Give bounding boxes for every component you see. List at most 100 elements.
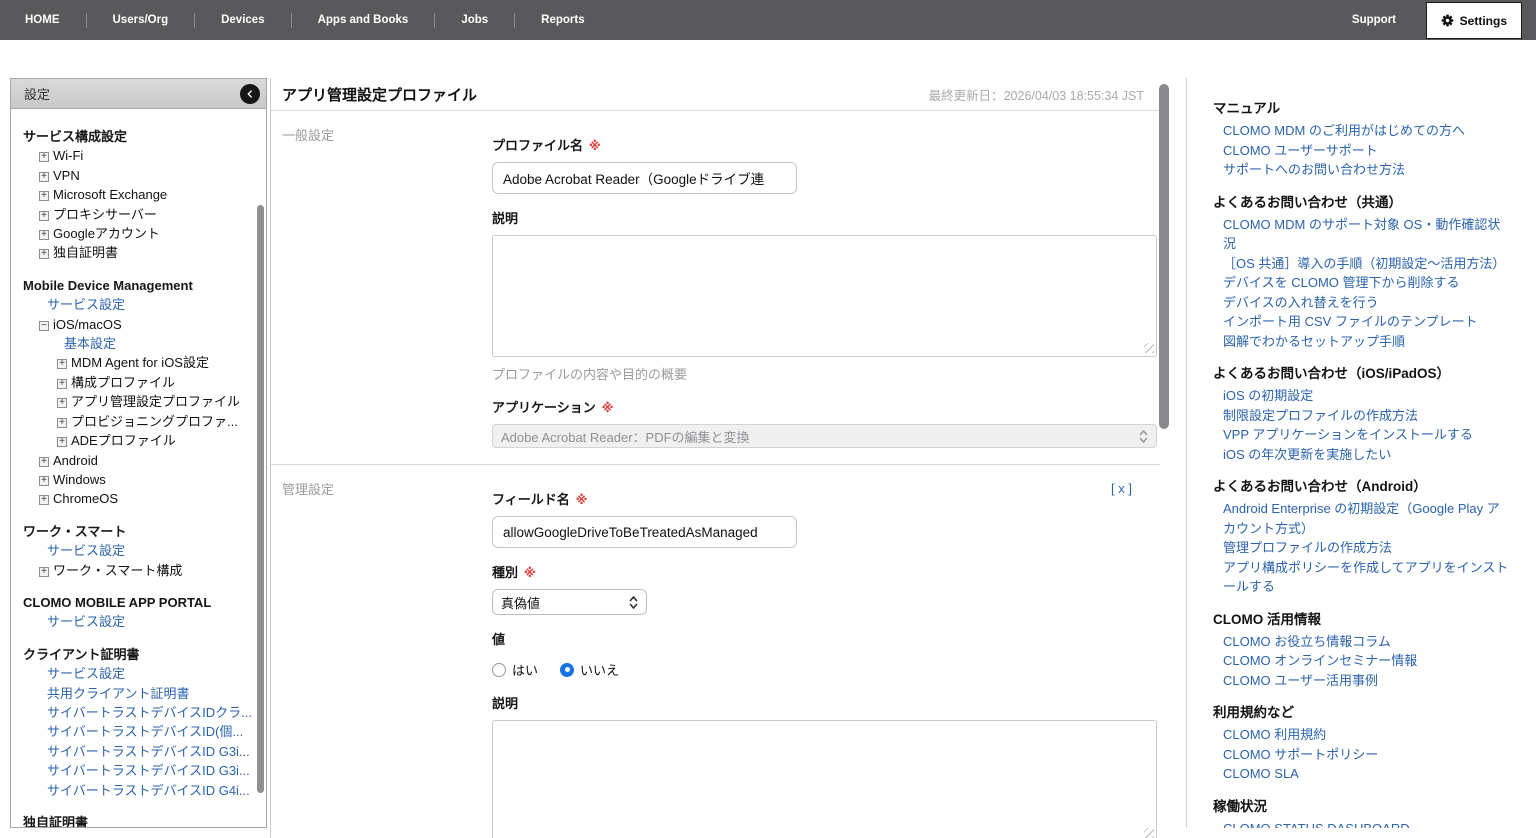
help-link[interactable]: アプリ構成ポリシーを作成してアプリをインストールする xyxy=(1213,558,1509,597)
tree-item-label[interactable]: MDM Agent for iOS設定 xyxy=(71,355,209,370)
tree-item-vpn[interactable]: + VPN xyxy=(11,166,254,185)
nav-tab-home[interactable]: HOME xyxy=(25,14,60,26)
help-link[interactable]: インポート用 CSV ファイルのテンプレート xyxy=(1213,312,1509,332)
tree-item-service-settings[interactable]: サービス設定 xyxy=(11,612,254,631)
collapse-icon[interactable]: − xyxy=(39,321,49,331)
help-link[interactable]: CLOMO ユーザーサポート xyxy=(1213,141,1509,161)
tree-item-cybertrust-device-id-3[interactable]: サイバートラストデバイスID G3i... xyxy=(11,742,254,761)
help-link[interactable]: 管理プロファイルの作成方法 xyxy=(1213,538,1509,558)
tree-link-label[interactable]: サービス設定 xyxy=(47,543,125,558)
tree-item-cybertrust-device-id-5[interactable]: サイバートラストデバイスID G4i... xyxy=(11,781,254,800)
tree-item-label[interactable]: アプリ管理設定プロファイル xyxy=(71,394,240,409)
expand-icon[interactable]: + xyxy=(57,398,67,408)
tree-item-label[interactable]: Android xyxy=(53,453,98,468)
tree-item-label[interactable]: 構成プロファイル xyxy=(71,375,175,390)
help-link[interactable]: iOS の初期設定 xyxy=(1213,386,1509,406)
help-link[interactable]: CLOMO SLA xyxy=(1213,764,1509,784)
nav-tab-devices[interactable]: Devices xyxy=(221,14,264,26)
expand-icon[interactable]: + xyxy=(57,437,67,447)
help-link[interactable]: CLOMO 利用規約 xyxy=(1213,725,1509,745)
tree-item-chromeos[interactable]: + ChromeOS xyxy=(11,489,254,508)
description-textarea[interactable] xyxy=(492,235,1157,357)
tree-item-label[interactable]: Googleアカウント xyxy=(53,226,160,241)
expand-icon[interactable]: + xyxy=(39,495,49,505)
expand-icon[interactable]: + xyxy=(39,230,49,240)
tree-item-proxy[interactable]: +プロキシサーバー xyxy=(11,205,254,224)
tree-link-label[interactable]: サイバートラストデバイスID G3i... xyxy=(47,763,250,778)
help-link[interactable]: CLOMO MDM のサポート対象 OS・動作確認状況 xyxy=(1213,215,1509,254)
help-link[interactable]: CLOMO MDM のご利用がはじめての方へ xyxy=(1213,121,1509,141)
nav-tab-jobs[interactable]: Jobs xyxy=(461,14,488,26)
resize-handle-icon[interactable] xyxy=(1144,343,1154,353)
tree-item-cybertrust-device-id-1[interactable]: サイバートラストデバイスIDクラ... xyxy=(11,703,254,722)
field-name-input[interactable] xyxy=(492,516,797,548)
radio-checked-icon[interactable] xyxy=(560,663,574,677)
tree-item-label[interactable]: Windows xyxy=(53,472,106,487)
expand-icon[interactable]: + xyxy=(39,567,49,577)
help-link[interactable]: 制限設定プロファイルの作成方法 xyxy=(1213,406,1509,426)
tree-link-label[interactable]: サイバートラストデバイスID G3i... xyxy=(47,744,250,759)
tree-link-label[interactable]: サイバートラストデバイスID G4i... xyxy=(47,783,250,798)
resize-handle-icon[interactable] xyxy=(1144,828,1154,838)
tree-item-wifi[interactable]: +Wi-Fi xyxy=(11,146,254,165)
field-description-textarea[interactable] xyxy=(492,720,1157,838)
radio-unchecked-icon[interactable] xyxy=(492,663,506,677)
tree-link-label[interactable]: サイバートラストデバイスID(個... xyxy=(47,724,243,739)
help-link[interactable]: デバイスの入れ替えを行う xyxy=(1213,293,1509,313)
tree-item-app-mgmt-profile[interactable]: + アプリ管理設定プロファイル xyxy=(11,392,254,411)
expand-icon[interactable]: + xyxy=(39,152,49,162)
tree-item-custom-cert[interactable]: + 独自証明書 xyxy=(11,243,254,262)
expand-icon[interactable]: + xyxy=(57,418,67,428)
tree-item-windows[interactable]: + Windows xyxy=(11,470,254,489)
tree-item-cybertrust-device-id-4[interactable]: サイバートラストデバイスID G3i... xyxy=(11,761,254,780)
tree-item-label[interactable]: VPN xyxy=(53,168,80,183)
tree-item-mdm-agent-ios[interactable]: + MDM Agent for iOS設定 xyxy=(11,353,254,372)
profile-name-input[interactable] xyxy=(492,162,797,194)
expand-icon[interactable]: + xyxy=(39,476,49,486)
help-link[interactable]: Android Enterprise の初期設定（Google Play アカウ… xyxy=(1213,499,1509,538)
tree-link-label[interactable]: 基本設定 xyxy=(64,336,116,351)
help-link[interactable]: ［OS 共通］導入の手順（初期設定〜活用方法） xyxy=(1213,254,1509,274)
tree-item-google-account[interactable]: + Googleアカウント xyxy=(11,224,254,243)
help-link[interactable]: サポートへのお問い合わせ方法 xyxy=(1213,160,1509,180)
help-link[interactable]: CLOMO お役立ち情報コラム xyxy=(1213,632,1509,652)
collapse-sidebar-button[interactable] xyxy=(240,84,260,104)
tree-item-config-profile[interactable]: +構成プロファイル xyxy=(11,373,254,392)
tree-item-label[interactable]: ChromeOS xyxy=(53,491,118,506)
tree-item-label[interactable]: 独自証明書 xyxy=(53,245,118,260)
tree-link-label[interactable]: 共用クライアント証明書 xyxy=(47,686,189,701)
remove-field-button[interactable]: [ x ] xyxy=(1111,481,1132,496)
expand-icon[interactable]: + xyxy=(39,191,49,201)
tree-item-service-settings[interactable]: サービス設定 xyxy=(11,664,254,683)
tree-item-shared-client-cert[interactable]: 共用クライアント証明書 xyxy=(11,684,254,703)
tree-link-label[interactable]: サービス設定 xyxy=(47,614,125,629)
tree-link-label[interactable]: サイバートラストデバイスIDクラ... xyxy=(47,705,252,720)
tree-item-label[interactable]: プロビジョニングプロファ... xyxy=(71,414,238,429)
tree-item-android[interactable]: + Android xyxy=(11,451,254,470)
expand-icon[interactable]: + xyxy=(39,457,49,467)
expand-icon[interactable]: + xyxy=(39,211,49,221)
tree-item-ade-profile[interactable]: + ADEプロファイル xyxy=(11,431,254,450)
tree-item-cybertrust-device-id-2[interactable]: サイバートラストデバイスID(個... xyxy=(11,722,254,741)
help-link[interactable]: デバイスを CLOMO 管理下から削除する xyxy=(1213,273,1509,293)
expand-icon[interactable]: + xyxy=(57,359,67,369)
help-link[interactable]: CLOMO ユーザー活用事例 xyxy=(1213,671,1509,691)
tree-item-label[interactable]: ワーク・スマート構成 xyxy=(53,563,182,578)
radio-option-yes[interactable]: はい xyxy=(492,660,538,679)
nav-tab-apps-and-books[interactable]: Apps and Books xyxy=(318,14,409,26)
tree-item-service-settings[interactable]: サービス設定 xyxy=(11,295,254,314)
expand-icon[interactable]: + xyxy=(39,172,49,182)
expand-icon[interactable]: + xyxy=(39,249,49,259)
tree-item-label[interactable]: ADEプロファイル xyxy=(71,433,176,448)
tree-link-label[interactable]: サービス設定 xyxy=(47,666,125,681)
help-link[interactable]: CLOMO オンラインセミナー情報 xyxy=(1213,651,1509,671)
radio-option-no[interactable]: いいえ xyxy=(560,660,619,679)
tab-settings[interactable]: Settings xyxy=(1426,2,1522,39)
tree-item-ios-macos[interactable]: −iOS/macOS xyxy=(11,315,254,334)
help-link[interactable]: VPP アプリケーションをインストールする xyxy=(1213,425,1509,445)
main-scrollbar-thumb[interactable] xyxy=(1159,84,1169,429)
nav-tab-users-org[interactable]: Users/Org xyxy=(113,14,169,26)
type-select[interactable]: 真偽値 xyxy=(492,589,647,615)
tree-item-provisioning-profile[interactable]: + プロビジョニングプロファ... xyxy=(11,412,254,431)
nav-tab-reports[interactable]: Reports xyxy=(541,14,584,26)
